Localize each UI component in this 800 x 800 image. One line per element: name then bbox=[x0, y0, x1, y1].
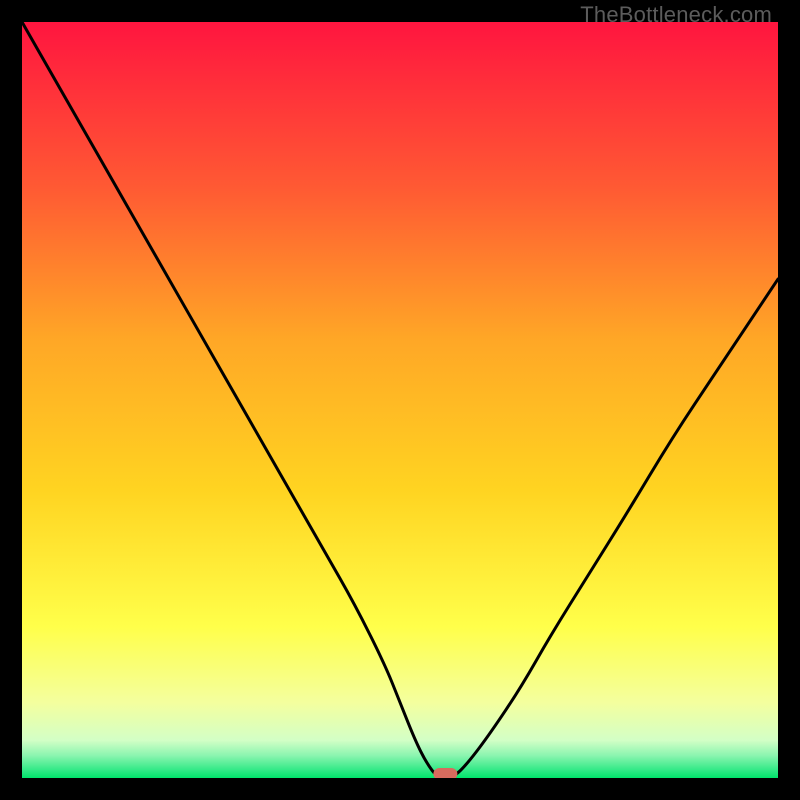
gradient-background bbox=[22, 22, 778, 778]
watermark-text: TheBottleneck.com bbox=[580, 2, 772, 28]
optimal-point-marker bbox=[433, 768, 457, 778]
chart-svg bbox=[22, 22, 778, 778]
chart-frame bbox=[22, 22, 778, 778]
